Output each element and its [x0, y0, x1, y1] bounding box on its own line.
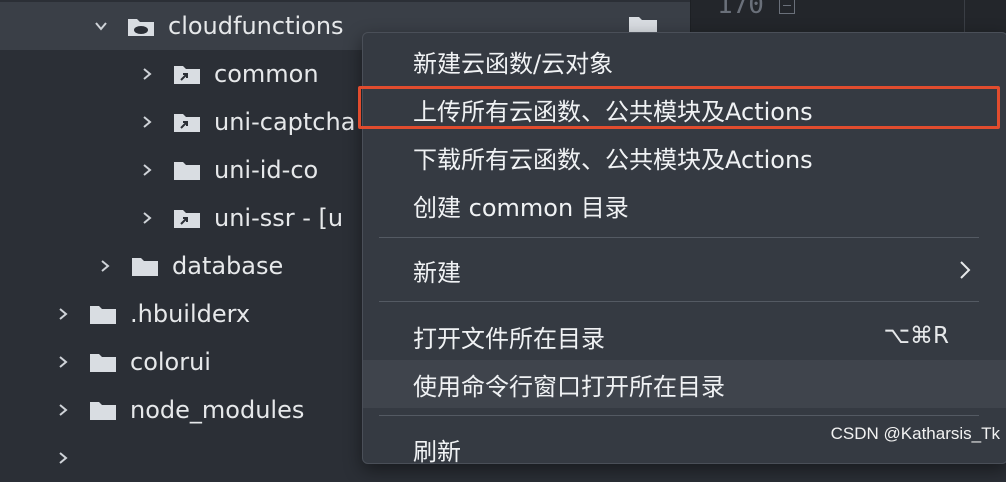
chevron-right-icon[interactable] [52, 351, 74, 373]
menu-item-open-terminal[interactable]: 使用命令行窗口打开所在目录 [363, 360, 1006, 408]
highlight-annotation [358, 86, 1000, 129]
tree-item-colorui[interactable]: colorui [52, 338, 211, 386]
shortcut-label: ⌥⌘R [883, 323, 950, 349]
menu-item-new-submenu[interactable]: 新建 [363, 246, 1006, 294]
menu-separator [379, 301, 979, 302]
menu-item-new-cloud-function[interactable]: 新建云函数/云对象 [363, 37, 1006, 85]
linked-folder-icon [172, 110, 202, 134]
line-number: 170 [717, 0, 764, 20]
fold-toggle-icon[interactable] [779, 0, 795, 14]
folder-icon [88, 350, 118, 374]
folder-icon [88, 398, 118, 422]
folder-icon [172, 158, 202, 182]
folder-icon [130, 254, 160, 278]
tree-item-label: node_modules [130, 396, 305, 424]
menu-separator [379, 415, 979, 416]
chevron-right-icon[interactable] [94, 255, 116, 277]
tree-item-uni-captcha[interactable]: uni-captcha [136, 98, 355, 146]
tree-item-partial[interactable] [52, 434, 88, 482]
linked-folder-icon [172, 62, 202, 86]
chevron-right-icon[interactable] [136, 159, 158, 181]
cloud-folder-icon [126, 14, 156, 38]
chevron-right-icon[interactable] [52, 303, 74, 325]
menu-item-label: 新建云函数/云对象 [413, 49, 614, 78]
tree-item-label: uni-id-co [214, 156, 319, 184]
menu-item-label: 新建 [413, 258, 461, 287]
menu-item-open-folder[interactable]: 打开文件所在目录 ⌥⌘R [363, 312, 1006, 360]
tree-item-label: uni-ssr - [u [214, 204, 344, 232]
tree-item-label: colorui [130, 348, 211, 376]
chevron-right-icon [959, 259, 975, 281]
tree-item-hbuilderx[interactable]: .hbuilderx [52, 290, 250, 338]
chevron-right-icon[interactable] [52, 399, 74, 421]
tree-item-common[interactable]: common [136, 50, 319, 98]
menu-item-label: 使用命令行窗口打开所在目录 [413, 372, 725, 401]
menu-item-label: 打开文件所在目录 [413, 324, 605, 353]
menu-item-label: 创建 common 目录 [413, 193, 629, 222]
tree-item-label: common [214, 60, 319, 88]
tree-item-label: cloudfunctions [168, 12, 344, 40]
watermark: CSDN @Katharsis_Tk [830, 424, 1000, 443]
menu-separator [379, 237, 979, 238]
chevron-right-icon[interactable] [136, 111, 158, 133]
menu-item-label: 刷新 [413, 437, 461, 466]
chevron-right-icon[interactable] [52, 447, 74, 469]
tree-item-label: .hbuilderx [130, 300, 251, 328]
tree-item-label: uni-captcha [214, 108, 356, 136]
tree-item-uni-id-co[interactable]: uni-id-co [136, 146, 318, 194]
chevron-right-icon[interactable] [136, 63, 158, 85]
chevron-down-icon[interactable] [90, 15, 112, 37]
tree-item-node-modules[interactable]: node_modules [52, 386, 304, 434]
menu-item-create-common[interactable]: 创建 common 目录 [363, 181, 1006, 229]
tree-item-uni-ssr[interactable]: uni-ssr - [u [136, 194, 343, 242]
menu-item-label: 下载所有云函数、公共模块及Actions [413, 145, 813, 174]
tree-item-database[interactable]: database [94, 242, 283, 290]
tree-item-label: database [172, 252, 284, 280]
linked-folder-icon [172, 206, 202, 230]
folder-icon [88, 302, 118, 326]
menu-item-download-all[interactable]: 下载所有云函数、公共模块及Actions [363, 133, 1006, 181]
chevron-right-icon[interactable] [136, 207, 158, 229]
